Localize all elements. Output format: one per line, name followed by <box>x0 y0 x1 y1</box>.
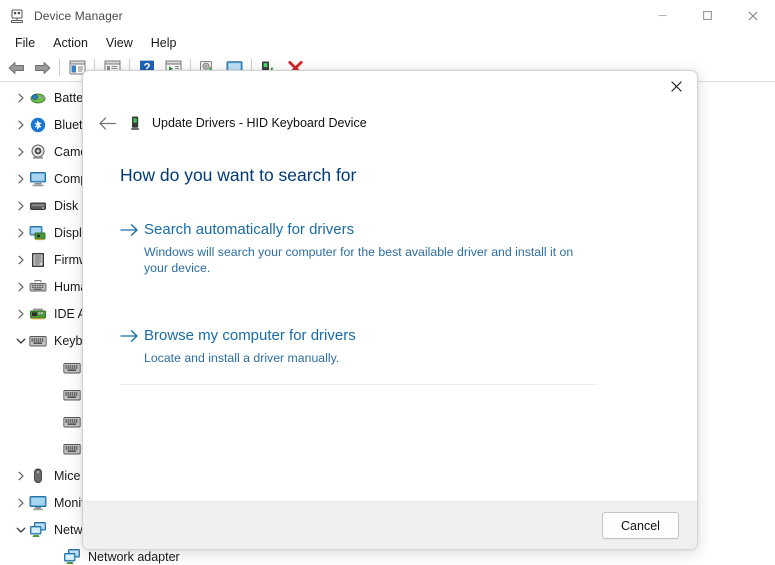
option-title[interactable]: Search automatically for drivers <box>144 220 598 240</box>
chevron-right-icon[interactable] <box>13 495 29 511</box>
keyboard-icon <box>63 440 81 458</box>
back-button[interactable] <box>4 56 28 79</box>
menu-item-help[interactable]: Help <box>142 34 186 52</box>
option-description: Locate and install a driver manually. <box>144 351 340 365</box>
dialog-titlebar <box>83 71 697 105</box>
keyboard-icon <box>29 332 47 350</box>
maximize-button[interactable] <box>685 0 730 31</box>
dialog-header: Update Drivers - HID Keyboard Device <box>83 105 697 141</box>
chevron-right-icon[interactable] <box>13 306 29 322</box>
right-arrow-icon <box>120 220 144 237</box>
display-adapter-icon <box>29 224 47 242</box>
chevron-down-icon[interactable] <box>13 333 29 349</box>
chevron-right-icon[interactable] <box>13 468 29 484</box>
toolbar-separator <box>59 59 60 76</box>
update-drivers-dialog: Update Drivers - HID Keyboard Device How… <box>82 70 698 550</box>
mouse-icon <box>29 467 47 485</box>
keyboard-icon <box>63 413 81 431</box>
option-search-automatically[interactable]: Search automatically for drivers Windows… <box>120 220 598 294</box>
disk-drive-icon <box>29 197 47 215</box>
network-adapter-icon <box>63 548 81 565</box>
dialog-footer: Cancel <box>83 501 697 549</box>
chevron-right-icon[interactable] <box>13 171 29 187</box>
forward-button[interactable] <box>30 56 54 79</box>
chevron-right-icon[interactable] <box>13 252 29 268</box>
dialog-close-button[interactable] <box>655 71 697 101</box>
ide-controller-icon <box>29 305 47 323</box>
hid-icon <box>29 278 47 296</box>
dialog-title: Update Drivers - HID Keyboard Device <box>152 116 367 130</box>
chevron-down-icon[interactable] <box>13 522 29 538</box>
options-divider <box>120 384 598 385</box>
option-description: Windows will search your computer for th… <box>144 245 574 275</box>
computer-icon <box>29 170 47 188</box>
chevron-right-icon[interactable] <box>13 117 29 133</box>
minimize-button[interactable] <box>640 0 685 31</box>
menu-item-view[interactable]: View <box>97 34 142 52</box>
window-controls <box>640 0 775 31</box>
menu-bar: File Action View Help <box>0 31 775 54</box>
chevron-right-icon[interactable] <box>13 144 29 160</box>
menu-item-file[interactable]: File <box>6 34 44 52</box>
device-manager-icon <box>9 8 25 24</box>
option-browse-my-computer[interactable]: Browse my computer for drivers Locate an… <box>120 294 598 384</box>
monitor-icon <box>29 494 47 512</box>
tree-item-label: Network adapter <box>88 549 180 564</box>
camera-icon <box>29 143 47 161</box>
dialog-heading: How do you want to search for <box>120 165 357 185</box>
chevron-right-icon[interactable] <box>13 198 29 214</box>
battery-icon <box>29 89 47 107</box>
dialog-body: How do you want to search for Search aut… <box>83 141 697 501</box>
keyboard-icon <box>63 386 81 404</box>
right-arrow-icon <box>120 326 144 343</box>
bluetooth-icon <box>29 116 47 134</box>
search-options-list: Search automatically for drivers Windows… <box>120 220 598 385</box>
option-title[interactable]: Browse my computer for drivers <box>144 326 598 346</box>
menu-item-action[interactable]: Action <box>44 34 97 52</box>
network-adapter-icon <box>29 521 47 539</box>
chevron-right-icon[interactable] <box>13 279 29 295</box>
firmware-icon <box>29 251 47 269</box>
dialog-back-button[interactable] <box>93 109 121 137</box>
window-title: Device Manager <box>34 8 123 23</box>
cancel-button[interactable]: Cancel <box>602 512 679 539</box>
close-button[interactable] <box>730 0 775 31</box>
title-bar: Device Manager <box>0 0 775 31</box>
chevron-right-icon[interactable] <box>13 90 29 106</box>
keyboard-icon <box>63 359 81 377</box>
device-icon <box>127 115 143 131</box>
chevron-right-icon[interactable] <box>13 225 29 241</box>
